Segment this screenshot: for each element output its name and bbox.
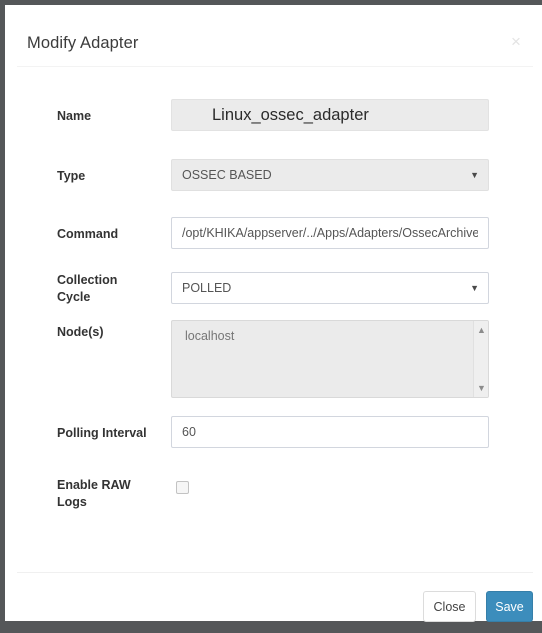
label-collection-cycle-line1: Collection [57, 273, 118, 287]
label-enable-raw-logs: Enable RAW Logs [57, 477, 167, 511]
dialog-header: Modify Adapter × [5, 5, 542, 66]
dialog-title: Modify Adapter [27, 34, 139, 52]
field-command-wrap [171, 217, 489, 249]
dialog-footer: Close Save [5, 573, 542, 622]
label-command: Command [57, 227, 119, 241]
label-collection-cycle-line2: Cycle [57, 290, 91, 304]
scroll-up-icon[interactable]: ▲ [474, 324, 488, 336]
nodes-option-localhost[interactable]: localhost [185, 328, 488, 344]
label-polling-interval: Polling Interval [57, 426, 147, 440]
type-select[interactable]: OSSEC BASED ▼ [171, 159, 489, 191]
enable-raw-logs-checkbox[interactable] [176, 481, 189, 494]
chevron-down-icon: ▼ [470, 170, 479, 180]
field-collection-cycle-wrap: POLLED ▼ [171, 272, 489, 304]
field-nodes-wrap: localhost ▲ ▼ [171, 320, 489, 398]
scroll-down-icon[interactable]: ▼ [474, 382, 488, 394]
close-button[interactable]: Close [423, 591, 476, 622]
chevron-down-icon: ▼ [470, 283, 479, 293]
type-select-value: OSSEC BASED [182, 168, 272, 182]
save-button[interactable]: Save [486, 591, 533, 622]
label-name: Name [57, 109, 92, 123]
nodes-scrollbar[interactable]: ▲ ▼ [473, 321, 488, 397]
dialog-body: Name Type OSSEC BASED ▼ Command [5, 67, 542, 572]
field-type-wrap: OSSEC BASED ▼ [171, 159, 489, 191]
label-collection-cycle: Collection Cycle [57, 272, 167, 306]
modify-adapter-dialog: Modify Adapter × Name Type OSSEC BASED ▼ [5, 5, 542, 622]
field-polling-interval-wrap [171, 416, 489, 448]
collection-cycle-select[interactable]: POLLED ▼ [171, 272, 489, 304]
page-backdrop-bottom [0, 621, 542, 633]
nodes-multiselect[interactable]: localhost ▲ ▼ [171, 320, 489, 398]
screen: Modify Adapter × Name Type OSSEC BASED ▼ [0, 0, 542, 633]
collection-cycle-select-value: POLLED [182, 281, 232, 295]
label-enable-raw-logs-line2: Logs [57, 495, 87, 509]
label-type: Type [57, 169, 86, 183]
field-name-wrap [171, 99, 489, 131]
name-input[interactable] [171, 99, 489, 131]
close-icon[interactable]: × [503, 30, 529, 54]
polling-interval-input[interactable] [171, 416, 489, 448]
label-nodes: Node(s) [57, 325, 104, 339]
label-enable-raw-logs-line1: Enable RAW [57, 478, 131, 492]
command-input[interactable] [171, 217, 489, 249]
